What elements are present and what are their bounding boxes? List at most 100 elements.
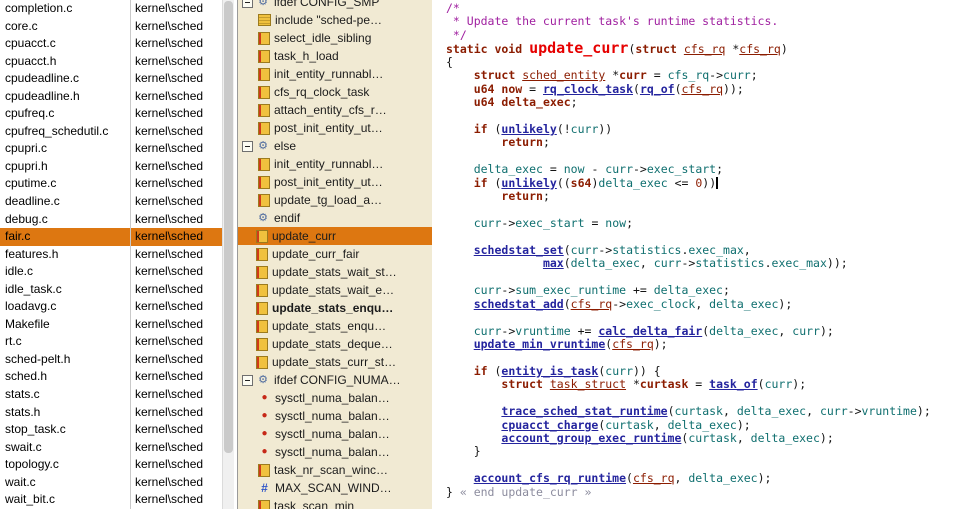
symbol-row[interactable]: update_stats_enqu…	[238, 317, 432, 335]
collapse-icon[interactable]	[242, 140, 253, 152]
code-line[interactable]: /*	[446, 1, 957, 15]
symbol-row[interactable]: init_entity_runnabl…	[238, 65, 432, 83]
file-row[interactable]: rt.c kernel\sched	[0, 333, 222, 351]
code-line[interactable]	[446, 459, 957, 472]
file-row[interactable]: stats.h kernel\sched	[0, 404, 222, 422]
file-row[interactable]: core.c kernel\sched	[0, 18, 222, 36]
code-line[interactable]: cpuacct_charge(curtask, delta_exec);	[446, 418, 957, 432]
file-row[interactable]: cpudeadline.c kernel\sched	[0, 70, 222, 88]
symbol-row[interactable]: # MAX_SCAN_WIND…	[238, 479, 432, 497]
code-line[interactable]: update_min_vruntime(cfs_rq);	[446, 337, 957, 351]
code-line[interactable]: curr->vruntime += calc_delta_fair(delta_…	[446, 324, 957, 338]
symbol-row[interactable]: cfs_rq_clock_task	[238, 83, 432, 101]
collapse-icon[interactable]	[242, 0, 253, 8]
symbol-row[interactable]: task_h_load	[238, 47, 432, 65]
file-row[interactable]: idle.c kernel\sched	[0, 263, 222, 281]
code-line[interactable]: if (entity_is_task(curr)) {	[446, 364, 957, 378]
code-line[interactable]	[446, 204, 957, 217]
file-row[interactable]: cpupri.h kernel\sched	[0, 158, 222, 176]
code-line[interactable]	[446, 351, 957, 364]
symbol-row[interactable]: ● sysctl_numa_balan…	[238, 425, 432, 443]
file-row[interactable]: cpufreq.c kernel\sched	[0, 105, 222, 123]
code-line[interactable]: schedstat_add(cfs_rq->exec_clock, delta_…	[446, 297, 957, 311]
code-line[interactable]: return;	[446, 136, 957, 149]
code-line[interactable]: account_group_exec_runtime(curtask, delt…	[446, 431, 957, 445]
symbol-row[interactable]: task_nr_scan_winc…	[238, 461, 432, 479]
file-row[interactable]: swait.c kernel\sched	[0, 439, 222, 457]
code-line[interactable]: schedstat_set(curr->statistics.exec_max,	[446, 243, 957, 257]
collapse-icon[interactable]	[242, 374, 253, 386]
file-row[interactable]: cpudeadline.h kernel\sched	[0, 88, 222, 106]
symbol-row[interactable]: ● sysctl_numa_balan…	[238, 389, 432, 407]
symbol-row[interactable]: update_stats_curr_st…	[238, 353, 432, 371]
file-row[interactable]: loadavg.c kernel\sched	[0, 298, 222, 316]
file-row[interactable]: sched-pelt.h kernel\sched	[0, 351, 222, 369]
file-row[interactable]: cpupri.c kernel\sched	[0, 140, 222, 158]
symbol-row[interactable]: ● sysctl_numa_balan…	[238, 443, 432, 461]
scrollbar-thumb[interactable]	[224, 1, 233, 453]
file-row[interactable]: Makefile kernel\sched	[0, 316, 222, 334]
symbol-row[interactable]: post_init_entity_ut…	[238, 173, 432, 191]
file-row[interactable]: sched.h kernel\sched	[0, 368, 222, 386]
code-line[interactable]	[446, 110, 957, 123]
code-line[interactable]: */	[446, 28, 957, 42]
symbol-row[interactable]: select_idle_sibling	[238, 29, 432, 47]
file-row[interactable]: fair.c kernel\sched	[0, 228, 222, 246]
file-row[interactable]: wait_bit.c kernel\sched	[0, 491, 222, 509]
file-row[interactable]: stats.c kernel\sched	[0, 386, 222, 404]
code-line[interactable]: delta_exec = now - curr->exec_start;	[446, 163, 957, 176]
symbol-row[interactable]: init_entity_runnabl…	[238, 155, 432, 173]
code-line[interactable]	[446, 311, 957, 324]
symbol-row[interactable]: update_stats_deque…	[238, 335, 432, 353]
code-line[interactable]: } « end update_curr »	[446, 485, 957, 499]
code-line[interactable]: * Update the current task's runtime stat…	[446, 15, 957, 28]
file-row[interactable]: cpuacct.h kernel\sched	[0, 53, 222, 71]
symbol-row[interactable]: ● sysctl_numa_balan…	[238, 407, 432, 425]
file-row[interactable]: features.h kernel\sched	[0, 246, 222, 264]
file-row[interactable]: cpuacct.c kernel\sched	[0, 35, 222, 53]
code-line[interactable]: u64 delta_exec;	[446, 95, 957, 109]
code-line[interactable]: return;	[446, 189, 957, 203]
code-line[interactable]: account_cfs_rq_runtime(cfs_rq, delta_exe…	[446, 472, 957, 485]
code-line[interactable]: curr->sum_exec_runtime += delta_exec;	[446, 283, 957, 297]
symbol-row[interactable]: update_stats_enqu…	[238, 299, 432, 317]
symbol-row[interactable]: ⚙ endif	[238, 209, 432, 227]
symbol-row[interactable]: attach_entity_cfs_r…	[238, 101, 432, 119]
symbol-row[interactable]: update_curr	[238, 227, 432, 245]
symbol-row[interactable]: update_tg_load_a…	[238, 191, 432, 209]
symbol-row[interactable]: update_curr_fair	[238, 245, 432, 263]
code-line[interactable]	[446, 230, 957, 243]
code-line[interactable]	[446, 150, 957, 163]
code-line[interactable]: {	[446, 55, 957, 69]
file-row[interactable]: cpufreq_schedutil.c kernel\sched	[0, 123, 222, 141]
code-line[interactable]: static void update_curr(struct cfs_rq *c…	[446, 41, 957, 56]
symbol-row[interactable]: update_stats_wait_e…	[238, 281, 432, 299]
code-line[interactable]: if (unlikely(!curr))	[446, 122, 957, 136]
code-editor[interactable]: /* * Update the current task's runtime s…	[432, 0, 957, 509]
file-row[interactable]: cputime.c kernel\sched	[0, 175, 222, 193]
code-line[interactable]: struct sched_entity *curr = cfs_rq->curr…	[446, 68, 957, 82]
code-line[interactable]: curr->exec_start = now;	[446, 216, 957, 230]
code-line[interactable]: }	[446, 445, 957, 458]
code-line[interactable]	[446, 271, 957, 284]
symbol-row[interactable]: post_init_entity_ut…	[238, 119, 432, 137]
code-line[interactable]: struct task_struct *curtask = task_of(cu…	[446, 378, 957, 391]
code-line[interactable]: trace_sched_stat_runtime(curtask, delta_…	[446, 404, 957, 418]
symbol-row[interactable]: task_scan_min	[238, 497, 432, 509]
code-line[interactable]: u64 now = rq_clock_task(rq_of(cfs_rq));	[446, 82, 957, 96]
symbol-row[interactable]: ⚙ else	[238, 137, 432, 155]
file-row[interactable]: wait.c kernel\sched	[0, 474, 222, 492]
code-line[interactable]	[446, 392, 957, 405]
symbol-row[interactable]: ⚙ ifdef CONFIG_NUMA…	[238, 371, 432, 389]
file-row[interactable]: debug.c kernel\sched	[0, 211, 222, 229]
symbol-row[interactable]: include "sched-pe…	[238, 11, 432, 29]
file-row[interactable]: completion.c kernel\sched	[0, 0, 222, 18]
file-row[interactable]: idle_task.c kernel\sched	[0, 281, 222, 299]
file-row[interactable]: deadline.c kernel\sched	[0, 193, 222, 211]
code-line[interactable]: if (unlikely((s64)delta_exec <= 0))	[446, 176, 957, 190]
file-list-scrollbar[interactable]	[222, 0, 234, 509]
file-row[interactable]: topology.c kernel\sched	[0, 456, 222, 474]
symbol-row[interactable]: ⚙ ifdef CONFIG_SMP	[238, 0, 432, 11]
symbol-row[interactable]: update_stats_wait_st…	[238, 263, 432, 281]
code-line[interactable]: max(delta_exec, curr->statistics.exec_ma…	[446, 257, 957, 270]
